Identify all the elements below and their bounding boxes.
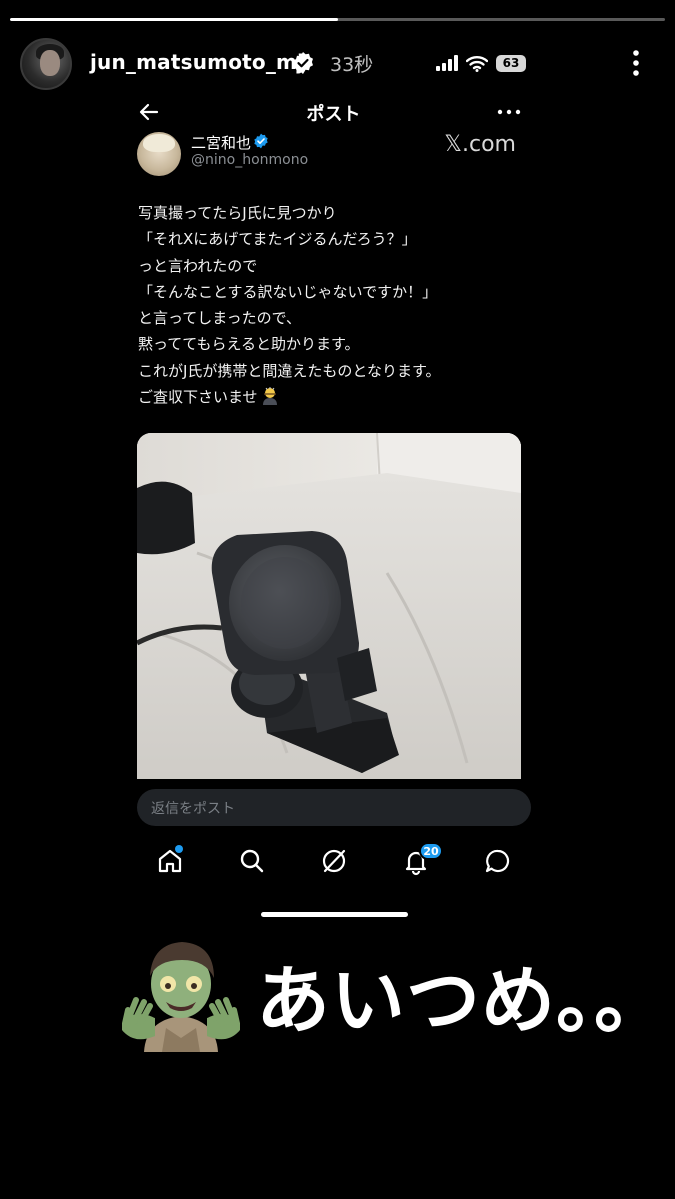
post-line: 黙っててもらえると助かります。 bbox=[138, 335, 360, 354]
post-line: ご査収下さいませ bbox=[138, 384, 528, 410]
post-line: っと言われたので bbox=[138, 256, 258, 275]
x-bottom-nav: 20 bbox=[137, 838, 531, 884]
nav-notifications[interactable]: 20 bbox=[401, 842, 443, 876]
nav-search[interactable] bbox=[237, 846, 267, 876]
search-icon bbox=[240, 849, 264, 873]
post-line: これがJ氏が携帯と間違えたものとなります。 bbox=[138, 361, 441, 380]
post-line: 写真撮ってたらJ氏に見つかり bbox=[138, 204, 337, 222]
home-notification-dot bbox=[175, 845, 183, 853]
reply-input[interactable]: 返信をポスト bbox=[137, 789, 531, 826]
story-timestamp: 33秒 bbox=[330, 54, 374, 76]
reply-placeholder: 返信をポスト bbox=[151, 801, 235, 817]
story-progress-fill bbox=[10, 18, 338, 21]
x-post-title: ポスト bbox=[306, 104, 361, 125]
battery-indicator: 63 bbox=[496, 54, 526, 72]
messages-icon bbox=[485, 849, 510, 873]
more-horizontal-icon[interactable] bbox=[496, 100, 522, 124]
verified-badge-icon bbox=[293, 52, 313, 74]
author-avatar[interactable] bbox=[137, 132, 181, 176]
cellular-signal-icon bbox=[436, 55, 458, 71]
notification-badge: 20 bbox=[419, 842, 443, 860]
nav-grok[interactable] bbox=[319, 846, 349, 876]
more-vertical-icon[interactable] bbox=[622, 48, 650, 78]
post-line: 「そんなことする訳ないじゃないですか！」 bbox=[138, 282, 438, 301]
status-bar: 63 bbox=[436, 53, 526, 73]
story-username[interactable]: jun_matsumoto_mj bbox=[90, 50, 304, 74]
post-line: 「それXにあげてまたイジるんだろう？」 bbox=[138, 230, 417, 249]
author-handle[interactable]: @nino_honmono bbox=[191, 152, 308, 168]
zombie-emoji bbox=[122, 942, 240, 1052]
post-line: と言ってしまったので、 bbox=[138, 309, 302, 328]
wifi-icon bbox=[466, 55, 488, 72]
author-name[interactable]: 二宮和也 bbox=[191, 132, 251, 153]
post-author: 二宮和也 @nino_honmono 𝕏.com bbox=[137, 130, 530, 178]
bowing-emoji bbox=[262, 387, 277, 406]
charging-stand-photo bbox=[137, 433, 521, 779]
post-image[interactable] bbox=[137, 433, 521, 779]
post-text: 写真撮ってたらJ氏に見つかり 「それXにあげてまたイジるんだろう？」 っと言われ… bbox=[138, 200, 528, 410]
blue-verified-icon bbox=[254, 133, 268, 149]
x-brand-watermark: 𝕏.com bbox=[444, 132, 516, 157]
caption-text: あいつめ。。 bbox=[256, 957, 669, 1044]
grok-icon bbox=[322, 849, 346, 873]
x-post-header: ポスト bbox=[137, 96, 530, 128]
home-indicator bbox=[261, 912, 408, 917]
story-header: jun_matsumoto_mj 33秒 63 bbox=[0, 36, 675, 92]
nav-messages[interactable] bbox=[483, 846, 513, 876]
story-progress-bar bbox=[10, 18, 665, 21]
nav-home[interactable] bbox=[155, 845, 185, 876]
story-caption: あいつめ。。 bbox=[122, 936, 669, 1052]
avatar[interactable] bbox=[20, 38, 72, 90]
post-line-text: ご査収下さいませ bbox=[138, 388, 258, 407]
